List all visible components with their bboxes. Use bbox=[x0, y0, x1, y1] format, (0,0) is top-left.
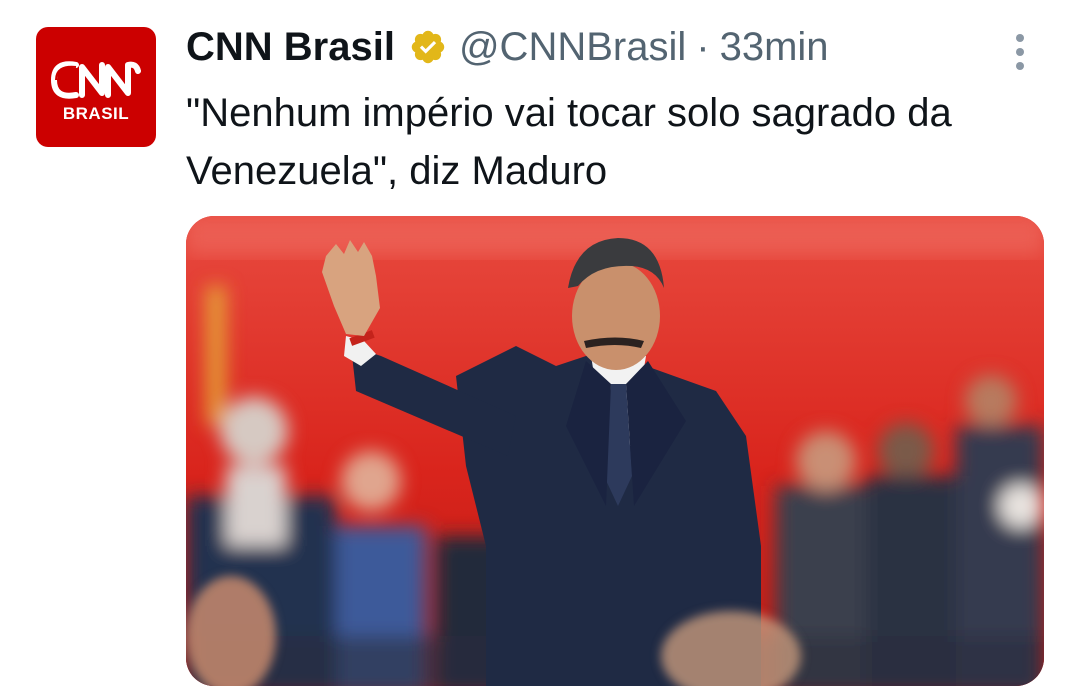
tweet-text: "Nenhum império vai tocar solo sagrado d… bbox=[186, 91, 952, 193]
author-avatar[interactable]: BRASIL bbox=[36, 27, 156, 147]
avatar-subtitle: BRASIL bbox=[62, 104, 130, 123]
gold-verified-badge-icon[interactable] bbox=[409, 28, 447, 66]
tweet-timestamp[interactable]: 33min bbox=[720, 25, 829, 70]
tweet-header: CNN Brasil @CNNBrasil · 33min bbox=[186, 22, 829, 72]
tweet-media-photo[interactable] bbox=[186, 216, 1044, 686]
cnn-logo bbox=[51, 61, 141, 99]
author-handle[interactable]: @CNNBrasil bbox=[459, 25, 686, 70]
photo-illustration bbox=[186, 216, 1044, 686]
author-name[interactable]: CNN Brasil bbox=[186, 25, 395, 70]
separator-dot: · bbox=[696, 24, 710, 69]
more-vertical-icon[interactable] bbox=[1004, 30, 1036, 74]
